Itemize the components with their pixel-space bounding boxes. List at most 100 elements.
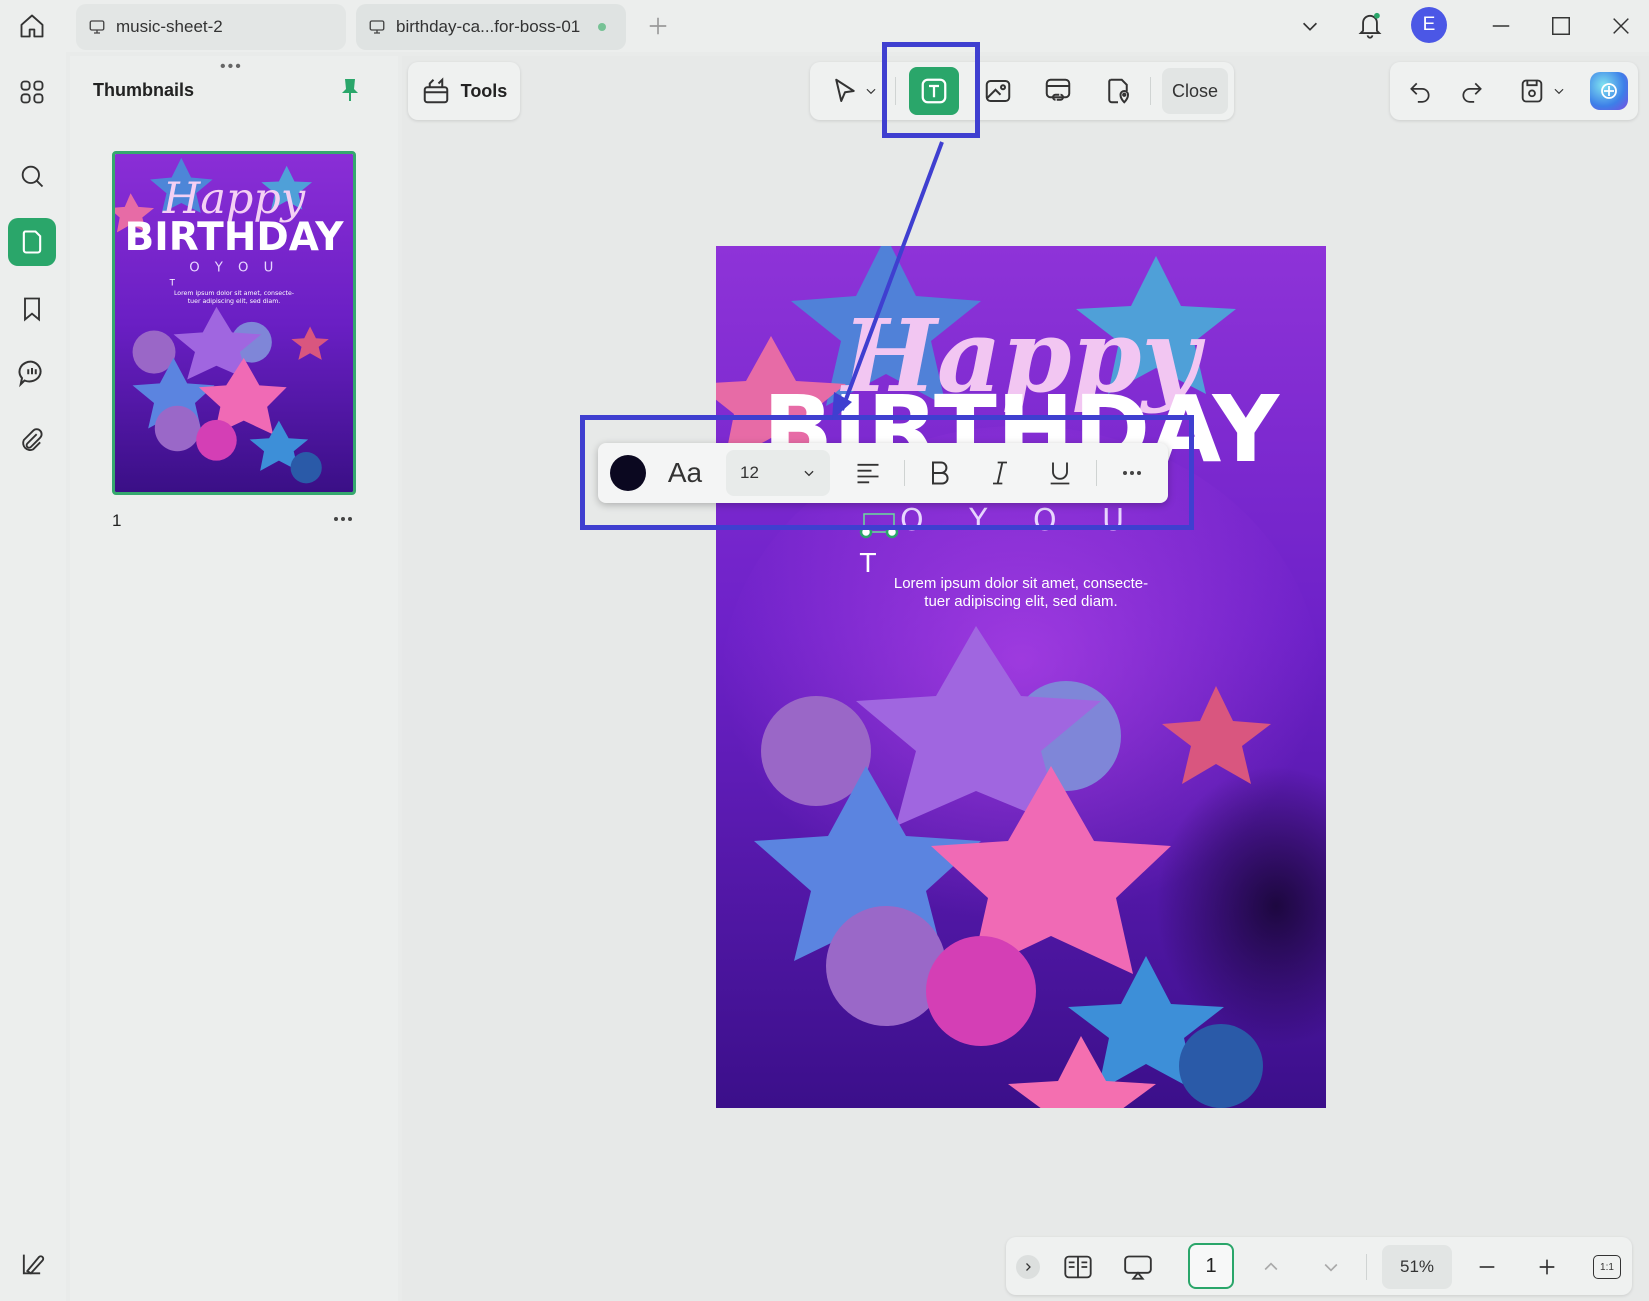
add-watermark-button[interactable]: [1096, 70, 1140, 112]
monitor-icon: [89, 20, 105, 34]
pin-panel-button[interactable]: [336, 76, 364, 104]
text-insert-cursor: T: [859, 549, 876, 579]
birthday-card-artwork: Happy BIRTHDAY O Y O U T Lorem ipsum dol…: [716, 246, 1326, 1108]
more-icon: [334, 517, 352, 521]
search-icon: [21, 165, 44, 188]
close-window-button[interactable]: [1604, 10, 1638, 42]
chevron-down-icon: [804, 470, 814, 477]
presentation-button[interactable]: [1116, 1248, 1160, 1286]
minus-icon: [1479, 1266, 1495, 1268]
actual-size-icon: 1:1: [1593, 1255, 1621, 1279]
font-icon: Aa: [667, 457, 703, 488]
search-button[interactable]: [8, 152, 56, 200]
undo-button[interactable]: [1400, 70, 1440, 112]
format-divider: [904, 460, 905, 486]
card-body-line1: Lorem ipsum dolor sit amet, consecte-: [894, 575, 1148, 592]
cursor-arrow-icon: [835, 78, 855, 102]
save-button[interactable]: [1512, 70, 1572, 112]
page-input-value: 1: [1205, 1254, 1217, 1277]
thumbnail-page-number: 1: [112, 511, 122, 530]
redo-button[interactable]: [1452, 70, 1492, 112]
page-number-input[interactable]: 1: [1188, 1243, 1234, 1289]
user-avatar[interactable]: E: [1411, 7, 1447, 43]
actual-size-button[interactable]: 1:1: [1590, 1250, 1624, 1284]
page-layout-button[interactable]: [1056, 1248, 1100, 1286]
tab-birthday-card[interactable]: birthday-ca...for-boss-01: [356, 4, 626, 50]
font-size-value: 12: [740, 463, 759, 482]
expand-bottom-bar-button[interactable]: [1016, 1255, 1040, 1279]
close-edit-label: Close: [1171, 80, 1219, 101]
presentation-icon: [1124, 1255, 1152, 1280]
more-icon: [1123, 471, 1141, 475]
annotation-arrow: [832, 141, 944, 420]
underline-button[interactable]: [1040, 453, 1080, 493]
home-icon[interactable]: [14, 8, 50, 44]
document-page[interactable]: Happy BIRTHDAY O Y O U T Lorem ipsum dol…: [716, 246, 1326, 1108]
tools-button[interactable]: Tools: [408, 62, 520, 120]
select-tool-button[interactable]: [822, 70, 886, 112]
underline-icon: [1050, 462, 1070, 485]
tab-music-sheet-2[interactable]: music-sheet-2: [76, 4, 346, 50]
zoom-value: 51%: [1399, 1257, 1435, 1276]
panel-resize-handle[interactable]: •••: [220, 58, 243, 76]
notifications-button[interactable]: [1352, 6, 1388, 44]
thumbnail-artwork: Happy BIRTHDAY O Y O U T Lorem ipsum dol…: [115, 154, 353, 492]
plus-icon: [649, 17, 667, 35]
chevron-down-icon: [1554, 88, 1564, 95]
text-tool-highlight: [882, 42, 980, 138]
zoom-level-select[interactable]: 51%: [1382, 1245, 1452, 1289]
ai-assistant-button[interactable]: [1590, 72, 1628, 110]
thumb-body-line1: Lorem ipsum dolor sit amet, consecte-: [174, 290, 294, 297]
maximize-icon: [1552, 17, 1570, 35]
zoom-in-button[interactable]: [1530, 1250, 1564, 1284]
page-thumbnail[interactable]: Happy BIRTHDAY O Y O U T Lorem ipsum dol…: [112, 151, 356, 495]
page-location-icon: [1108, 78, 1130, 104]
tab-list-button[interactable]: [1294, 10, 1326, 42]
organize-pages-button[interactable]: [8, 68, 56, 116]
chevron-right-icon: [1026, 1263, 1031, 1271]
close-icon: [1613, 18, 1629, 34]
text-color-button[interactable]: [608, 453, 648, 493]
color-swatch: [610, 455, 646, 491]
unsaved-dot: [598, 23, 607, 31]
bookmarks-button[interactable]: [8, 285, 56, 333]
more-format-button[interactable]: [1112, 453, 1152, 493]
align-button[interactable]: [848, 453, 888, 493]
plus-icon: [1539, 1259, 1555, 1275]
close-edit-button[interactable]: Close: [1162, 68, 1228, 114]
new-tab-button[interactable]: [642, 10, 674, 42]
maximize-button[interactable]: [1544, 10, 1578, 42]
palette-icon: [22, 1254, 45, 1275]
undo-icon: [1410, 82, 1430, 103]
book-layout-icon: [1064, 1255, 1092, 1279]
toolbar-divider: [1150, 77, 1151, 105]
previous-page-button[interactable]: [1254, 1250, 1288, 1284]
attachments-button[interactable]: [8, 416, 56, 464]
font-family-button[interactable]: Aa: [660, 453, 710, 493]
zoom-out-button[interactable]: [1470, 1250, 1504, 1284]
chevron-down-icon: [866, 88, 876, 95]
thumb-text-cursor: T: [169, 278, 176, 288]
thumb-body-line2: tuer adipiscing elit, sed diam.: [188, 298, 281, 305]
redo-icon: [1462, 82, 1482, 103]
next-page-button[interactable]: [1314, 1250, 1348, 1284]
chevron-down-icon: [1302, 22, 1318, 31]
italic-icon: [993, 461, 1007, 485]
bottom-divider: [1366, 1254, 1367, 1280]
font-size-select[interactable]: 12: [726, 450, 830, 496]
tab-title: birthday-ca...for-boss-01: [396, 17, 581, 36]
tab-title: music-sheet-2: [116, 17, 223, 36]
comments-button[interactable]: [8, 349, 56, 397]
thumb-subline: O Y O U: [189, 261, 279, 276]
add-image-button[interactable]: [976, 70, 1020, 112]
theme-button[interactable]: [8, 1240, 56, 1288]
italic-button[interactable]: [980, 453, 1020, 493]
add-link-button[interactable]: [1036, 70, 1080, 112]
avatar-letter: E: [1422, 14, 1436, 35]
comment-icon: [18, 360, 42, 388]
thumbnail-more-button[interactable]: [326, 506, 360, 532]
bold-button[interactable]: [920, 453, 960, 493]
minimize-icon: [1492, 25, 1510, 27]
thumbnails-button[interactable]: [8, 218, 56, 266]
minimize-button[interactable]: [1484, 10, 1518, 42]
